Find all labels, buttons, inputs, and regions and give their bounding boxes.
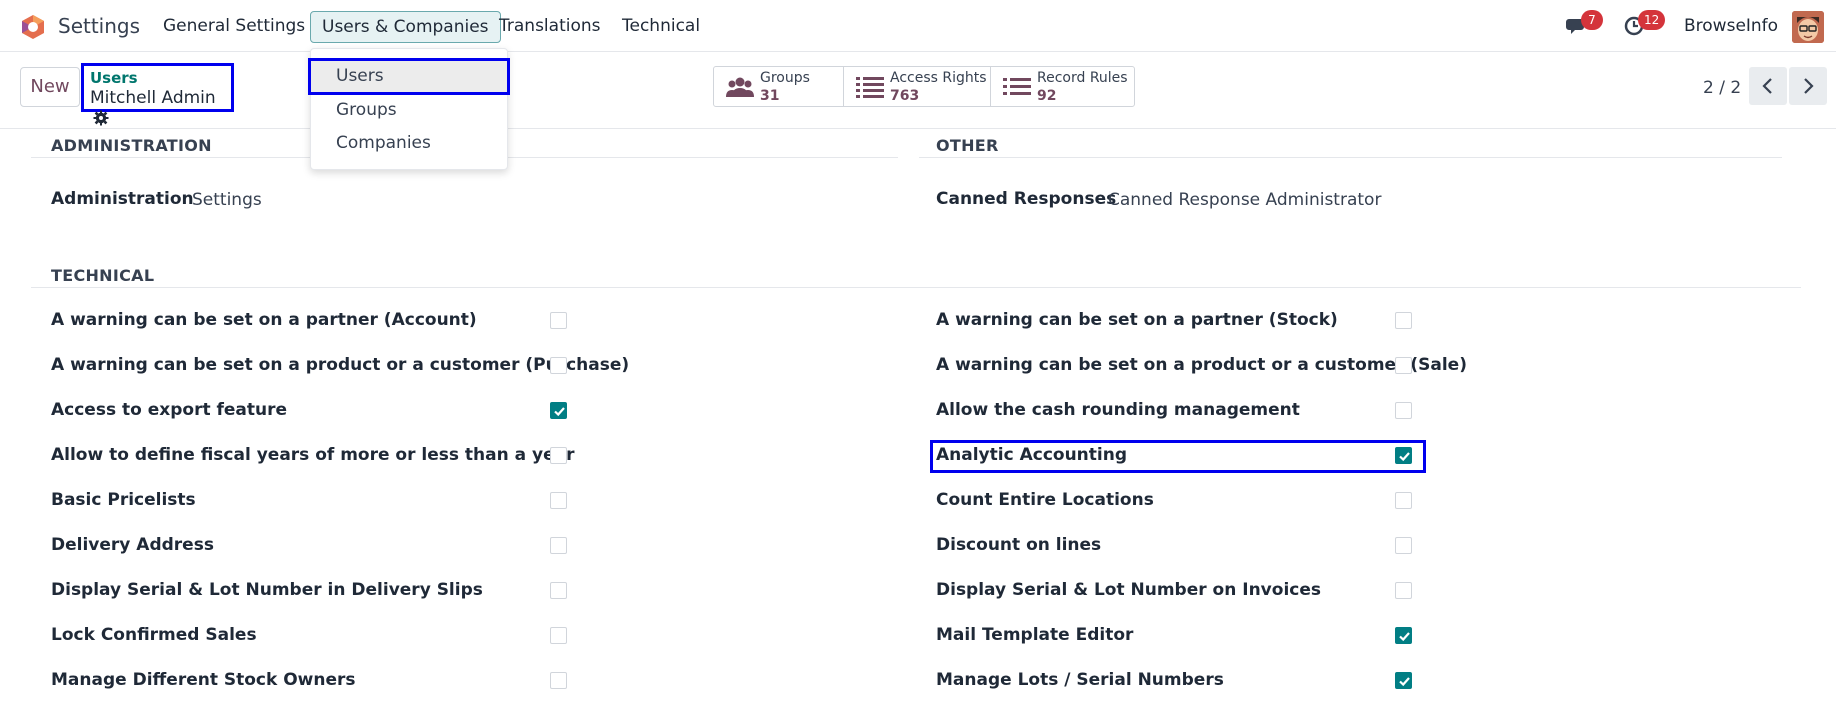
gear-icon[interactable]: [93, 110, 109, 126]
menu-general-settings[interactable]: General Settings: [163, 16, 305, 36]
record-rules-count: 92: [1037, 88, 1057, 104]
record-rules-smart-button[interactable]: Record Rules 92: [991, 67, 1134, 106]
access-rights-smart-button[interactable]: Access Rights 763: [844, 67, 991, 106]
setting-label: Display Serial & Lot Number in Delivery …: [51, 580, 483, 600]
setting-checkbox[interactable]: [550, 582, 567, 599]
breadcrumb: Users Mitchell Admin: [81, 63, 234, 126]
list-icon: [1003, 78, 1031, 95]
setting-checkbox[interactable]: [1395, 582, 1412, 599]
list-icon: [856, 77, 884, 98]
setting-label: A warning can be set on a product or a c…: [51, 355, 630, 375]
setting-checkbox[interactable]: [1395, 312, 1412, 329]
groups-smart-button[interactable]: Groups 31: [714, 67, 844, 106]
top-navbar: Settings General Settings Users & Compan…: [0, 0, 1836, 52]
check-icon: [1399, 677, 1410, 687]
setting-label: Delivery Address: [51, 535, 214, 555]
activities-badge: 12: [1638, 10, 1666, 30]
setting-label: A warning can be set on a product or a c…: [936, 355, 1467, 375]
setting-label: Mail Template Editor: [936, 625, 1134, 645]
menu-translations[interactable]: Translations: [499, 16, 601, 36]
setting-label: Manage Lots / Serial Numbers: [936, 670, 1224, 690]
setting-checkbox[interactable]: [550, 627, 567, 644]
setting-checkbox[interactable]: [1395, 402, 1412, 419]
setting-label: A warning can be set on a partner (Accou…: [51, 310, 477, 330]
setting-label: Lock Confirmed Sales: [51, 625, 257, 645]
check-icon: [554, 407, 565, 417]
dropdown-item-groups[interactable]: Groups: [336, 100, 397, 120]
dropdown-item-users[interactable]: Users: [336, 66, 384, 86]
menu-users-companies[interactable]: Users & Companies: [310, 11, 501, 43]
setting-label: A warning can be set on a partner (Stock…: [936, 310, 1338, 330]
groups-label: Groups: [760, 70, 810, 86]
setting-label: Count Entire Locations: [936, 490, 1154, 510]
setting-checkbox[interactable]: [1395, 357, 1412, 374]
setting-checkbox[interactable]: [1395, 537, 1412, 554]
setting-checkbox[interactable]: [1395, 672, 1412, 689]
section-title-technical: TECHNICAL: [51, 266, 155, 285]
access-rights-label: Access Rights: [890, 70, 987, 86]
user-avatar[interactable]: [1792, 11, 1824, 43]
avatar-face-icon: [1792, 11, 1824, 43]
chevron-left-icon: [1762, 78, 1772, 94]
smart-buttons: Groups 31 Access Rights 763 Record Rules…: [713, 66, 1135, 107]
setting-checkbox[interactable]: [1395, 627, 1412, 644]
section-title-other: OTHER: [936, 136, 999, 155]
pager-next-button[interactable]: [1789, 67, 1827, 105]
odoo-logo-icon[interactable]: [20, 14, 46, 40]
setting-label: Discount on lines: [936, 535, 1102, 555]
breadcrumb-users-link[interactable]: Users: [90, 69, 226, 87]
record-rules-label: Record Rules: [1037, 70, 1128, 86]
setting-checkbox[interactable]: [550, 402, 567, 419]
setting-label: Access to export feature: [51, 400, 288, 420]
analytic-accounting-highlight: [930, 440, 1426, 473]
setting-checkbox[interactable]: [550, 537, 567, 554]
setting-checkbox[interactable]: [550, 312, 567, 329]
check-icon: [1399, 632, 1410, 642]
section-divider: [31, 287, 1801, 288]
new-button[interactable]: New: [20, 67, 80, 107]
setting-label: Basic Pricelists: [51, 490, 196, 510]
section-title-administration: ADMINISTRATION: [51, 136, 212, 155]
setting-checkbox[interactable]: [1395, 492, 1412, 509]
groups-count: 31: [760, 88, 780, 104]
access-rights-count: 763: [890, 88, 920, 104]
canned-responses-label: Canned Responses: [936, 189, 1117, 209]
app-name[interactable]: Settings: [58, 14, 140, 38]
setting-label: Display Serial & Lot Number on Invoices: [936, 580, 1321, 600]
section-divider: [919, 157, 1782, 158]
canned-responses-value[interactable]: Canned Response Administrator: [1108, 190, 1381, 210]
setting-checkbox[interactable]: [550, 492, 567, 509]
dropdown-item-companies[interactable]: Companies: [336, 133, 431, 153]
setting-label: Manage Different Stock Owners: [51, 670, 356, 690]
messages-badge: 7: [1581, 10, 1603, 30]
breadcrumb-current-record: Mitchell Admin: [90, 88, 216, 108]
users-icon: [726, 77, 754, 97]
administration-value[interactable]: Settings: [192, 190, 262, 210]
menu-technical[interactable]: Technical: [622, 16, 700, 36]
chevron-right-icon: [1804, 78, 1814, 94]
users-companies-dropdown: Users Groups Companies: [308, 48, 510, 170]
setting-checkbox[interactable]: [550, 447, 567, 464]
control-panel: New Users Mitchell Admin Groups 31 Acces…: [0, 52, 1836, 129]
pager-value[interactable]: 2 / 2: [1703, 78, 1741, 98]
company-switcher[interactable]: BrowseInfo: [1684, 16, 1778, 36]
pager-previous-button[interactable]: [1749, 67, 1787, 105]
setting-label: Allow the cash rounding management: [936, 400, 1300, 420]
administration-label: Administration: [51, 189, 194, 209]
setting-checkbox[interactable]: [550, 357, 567, 374]
setting-label: Allow to define fiscal years of more or …: [51, 445, 575, 465]
setting-checkbox[interactable]: [550, 672, 567, 689]
